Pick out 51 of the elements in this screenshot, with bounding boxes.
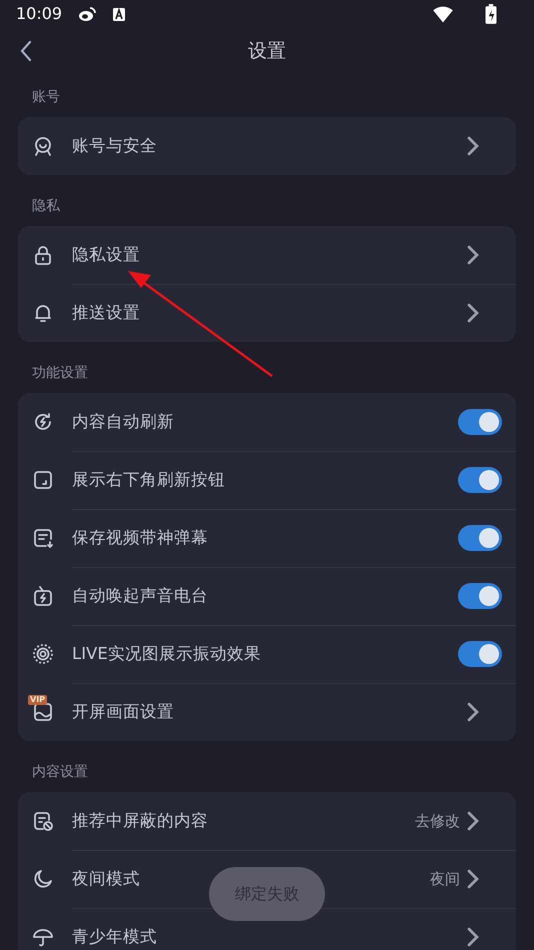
row-label: 夜间模式: [72, 868, 140, 890]
section-label: 账号: [32, 89, 60, 105]
moon-icon: [32, 868, 54, 890]
row-label: 青少年模式: [72, 926, 157, 948]
row-label: 账号与安全: [72, 134, 157, 157]
settings-row[interactable]: 账号与安全: [18, 117, 516, 175]
person-icon: [32, 135, 54, 157]
section-label: 隐私: [32, 198, 60, 214]
refresh-icon: [32, 411, 54, 433]
settings-row[interactable]: 推送设置: [18, 284, 516, 342]
row-label: 内容自动刷新: [72, 410, 174, 433]
square-corner-icon: [32, 469, 54, 491]
row-value: 去修改: [415, 810, 460, 832]
status-time: 10:09: [16, 3, 62, 25]
toggle-switch[interactable]: [458, 409, 502, 435]
toggle-switch[interactable]: [458, 641, 502, 667]
settings-row[interactable]: 推荐中屏蔽的内容 去修改: [18, 792, 516, 850]
back-icon[interactable]: [20, 40, 32, 62]
row-value: 夜间: [430, 868, 460, 890]
row-label: 展示右下角刷新按钮: [72, 468, 225, 491]
video-save-icon: [32, 527, 54, 549]
settings-row[interactable]: 保存视频带神弹幕: [18, 509, 516, 567]
keyboard-icon: [112, 6, 126, 22]
settings-row[interactable]: VIP 开屏画面设置: [18, 683, 516, 741]
settings-row[interactable]: 内容自动刷新: [18, 393, 516, 451]
row-label: 保存视频带神弹幕: [72, 526, 208, 549]
row-label: 开屏画面设置: [72, 700, 174, 723]
toggle-switch[interactable]: [458, 467, 502, 493]
section-label: 内容设置: [32, 764, 88, 780]
section-label: 功能设置: [32, 365, 88, 381]
radio-icon: [32, 585, 54, 607]
page-title: 设置: [248, 39, 286, 64]
settings-row[interactable]: 展示右下角刷新按钮: [18, 451, 516, 509]
weibo-icon: [78, 5, 96, 23]
toggle-switch[interactable]: [458, 525, 502, 551]
row-label: 隐私设置: [72, 244, 140, 266]
settings-row[interactable]: LIVE实况图展示振动效果: [18, 625, 516, 683]
vip-badge: VIP: [28, 695, 48, 705]
settings-row[interactable]: 自动唤起声音电台: [18, 567, 516, 625]
bell-icon: [32, 302, 54, 324]
lock-icon: [32, 244, 54, 266]
settings-row[interactable]: 隐私设置: [18, 226, 516, 284]
live-icon: [32, 643, 54, 665]
row-label: 推荐中屏蔽的内容: [72, 810, 208, 832]
umbrella-icon: [32, 926, 54, 948]
image-icon: [32, 701, 54, 723]
toggle-switch[interactable]: [458, 583, 502, 609]
row-label: LIVE实况图展示振动效果: [72, 642, 261, 665]
row-label: 推送设置: [72, 302, 140, 324]
blocked-doc-icon: [32, 810, 54, 832]
row-label: 自动唤起声音电台: [72, 584, 208, 607]
